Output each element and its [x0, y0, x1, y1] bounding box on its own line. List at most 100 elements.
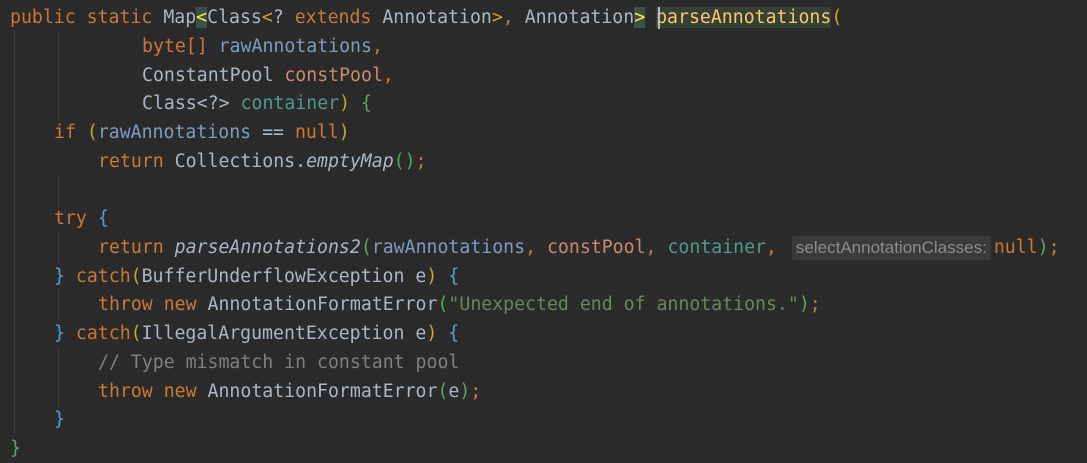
code-line[interactable]: return parseAnnotations2(rawAnnotations,… — [98, 233, 1060, 262]
paren-open: ( — [130, 323, 142, 344]
exception-var: e — [415, 323, 427, 344]
brace-close: } — [54, 409, 65, 430]
brace-open: { — [448, 323, 460, 344]
code-line[interactable]: } catch(BufferUnderflowException e) { — [54, 262, 459, 291]
type-class: Class — [142, 93, 197, 114]
indent-guide — [14, 30, 15, 434]
comma: , — [371, 36, 383, 57]
keyword-throw: throw — [98, 294, 153, 315]
param-name: rawAnnotations — [218, 36, 372, 57]
class-ref: Collections. — [174, 151, 307, 172]
parameter-hint: selectAnnotationClasses: — [791, 236, 991, 260]
exception-type: BufferUnderflowException — [141, 266, 405, 287]
separator: , — [645, 237, 668, 258]
code-line[interactable]: } — [10, 434, 21, 463]
wildcard: ? — [272, 7, 284, 28]
paren-open: ( — [360, 237, 372, 258]
param-name: container — [240, 93, 340, 114]
paren-close: ) — [1037, 237, 1049, 258]
keyword-return: return — [98, 237, 164, 258]
semicolon: ; — [1048, 237, 1060, 258]
comma: , — [382, 65, 394, 86]
method-call: parseAnnotations2 — [174, 237, 361, 258]
string-literal: "Unexpected end of annotations." — [448, 294, 799, 315]
type-byte-array: byte[] — [142, 36, 208, 57]
keyword-null: null — [294, 122, 339, 143]
code-line[interactable]: byte[] rawAnnotations, — [142, 32, 383, 61]
arg-rawannotations: rawAnnotations — [371, 237, 526, 258]
class-ref: AnnotationFormatError — [207, 381, 438, 402]
code-line[interactable]: try { — [54, 204, 109, 233]
indent-guide — [58, 290, 59, 320]
keyword-catch: catch — [75, 323, 131, 344]
paren-open: ( — [437, 294, 449, 315]
generic-open: < — [261, 7, 273, 28]
code-line[interactable]: public static Map<Class<? extends Annota… — [10, 3, 842, 32]
code-line[interactable]: } — [54, 405, 65, 434]
paren-close: ) — [459, 381, 471, 402]
method-call: emptyMap — [306, 151, 394, 172]
code-line[interactable]: ConstantPool constPool, — [142, 61, 394, 90]
type-class: Class — [207, 7, 262, 28]
paren-open: ( — [130, 266, 142, 287]
generic-close-highlight: > — [634, 7, 646, 28]
paren-open: ( — [831, 7, 843, 28]
paren-close: ) — [798, 294, 810, 315]
keyword-catch: catch — [75, 266, 131, 287]
paren-open: ( — [86, 122, 98, 143]
exception-var: e — [415, 266, 427, 287]
method-name[interactable]: parseAnnotations — [656, 7, 832, 28]
separator: , — [766, 237, 777, 258]
code-line[interactable]: throw new AnnotationFormatError(e); — [98, 377, 481, 406]
arg-constpool: constPool — [546, 237, 646, 258]
keyword-null: null — [993, 237, 1038, 258]
comma: , — [502, 7, 514, 28]
parens: () — [393, 151, 416, 172]
code-line[interactable]: Class<?> container) { — [142, 89, 372, 118]
code-editor[interactable]: public static Map<Class<? extends Annota… — [0, 0, 1087, 463]
keyword-return: return — [98, 151, 164, 172]
text-caret — [658, 7, 660, 29]
indent-guide — [58, 348, 59, 406]
generic-close: > — [491, 7, 503, 28]
keyword-static: static — [86, 7, 153, 28]
type-annotation: Annotation — [524, 7, 635, 28]
keyword-throw: throw — [98, 381, 153, 402]
var-ref: rawAnnotations — [97, 122, 252, 143]
type-constantpool: ConstantPool — [142, 65, 274, 86]
exception-type: IllegalArgumentException — [141, 323, 405, 344]
comment: // Type mismatch in constant pool — [98, 352, 460, 373]
code-line[interactable]: } catch(IllegalArgumentException e) { — [54, 319, 459, 348]
type-map: Map — [163, 7, 197, 28]
arg-e: e — [448, 381, 460, 402]
semicolon: ; — [415, 151, 427, 172]
arg-container: container — [667, 237, 767, 258]
separator: , — [525, 237, 547, 258]
brace-open: { — [448, 266, 460, 287]
paren-close: ) — [426, 323, 438, 344]
generic-wildcard: <?> — [196, 93, 230, 114]
keyword-try: try — [54, 208, 87, 229]
keyword-if: if — [54, 122, 76, 143]
paren-close: ) — [338, 122, 350, 143]
code-line[interactable]: throw new AnnotationFormatError("Unexpec… — [98, 290, 821, 319]
brace-open: { — [361, 93, 372, 114]
code-line[interactable]: if (rawAnnotations == null) — [54, 118, 350, 147]
keyword-public: public — [10, 7, 76, 28]
class-ref: AnnotationFormatError — [207, 294, 438, 315]
brace-close: } — [10, 438, 21, 459]
semicolon: ; — [470, 381, 482, 402]
code-line[interactable]: return Collections.emptyMap(); — [98, 147, 427, 176]
keyword-new: new — [163, 381, 197, 402]
semicolon: ; — [809, 294, 821, 315]
paren-close: ) — [426, 266, 438, 287]
brace-open: { — [97, 208, 109, 229]
indent-guide — [58, 176, 59, 206]
param-name: constPool — [284, 65, 383, 86]
generic-open-highlight: < — [196, 7, 208, 28]
brace-close: } — [54, 323, 65, 344]
code-line[interactable]: // Type mismatch in constant pool — [98, 348, 459, 377]
operator: == — [251, 122, 295, 143]
indent-guide — [58, 30, 59, 118]
type-annotation: Annotation — [382, 7, 492, 28]
